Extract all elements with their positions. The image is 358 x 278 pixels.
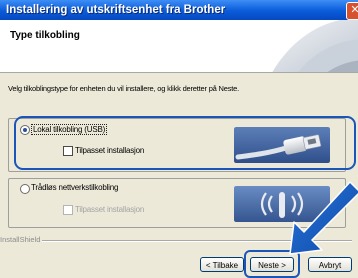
close-button[interactable]: ✕ (346, 2, 358, 20)
brother-wave-logo-icon (272, 20, 358, 72)
back-button[interactable]: < Tilbake (200, 257, 244, 272)
instruction-text: Velg tilkoblingstype for enheten du vil … (8, 84, 240, 93)
pointer-arrow-icon (289, 181, 358, 255)
window-title: Installering av utskriftsenhet fra Broth… (6, 4, 226, 16)
close-icon: ✕ (350, 4, 358, 16)
title-bar: Installering av utskriftsenhet fra Broth… (0, 0, 358, 20)
header-panel: Type tilkobling (0, 20, 358, 73)
wireless-radio[interactable] (20, 184, 30, 194)
usb-option-highlight (14, 116, 356, 170)
wireless-custom-install-checkbox[interactable] (63, 205, 73, 215)
page-title: Type tilkobling (10, 30, 80, 41)
wireless-custom-install-label[interactable]: Tilpasset installasjon (75, 205, 144, 214)
installer-window: Installering av utskriftsenhet fra Broth… (0, 0, 358, 278)
installshield-brand: InstallShield (0, 235, 41, 244)
wireless-radio-label[interactable]: Trådløs nettverkstilkobling (31, 183, 118, 192)
